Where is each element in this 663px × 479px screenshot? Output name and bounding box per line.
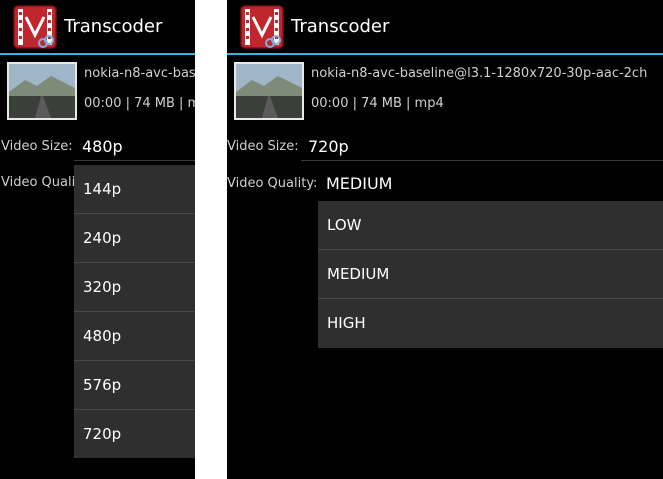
video-thumbnail <box>234 62 304 120</box>
video-quality-label: Video Quality: <box>227 176 318 191</box>
action-bar-divider <box>227 53 663 55</box>
video-item[interactable]: nokia-n8-avc-baseline@l3.1-1280x720-30p-… <box>227 56 663 126</box>
option-high[interactable]: HIGH <box>318 299 663 348</box>
option-label: 720p <box>83 425 122 443</box>
video-size-select[interactable]: 480p <box>82 137 123 156</box>
app-title: Transcoder <box>291 16 390 37</box>
video-size-select[interactable]: 720p <box>308 137 349 156</box>
option-240p[interactable]: 240p <box>74 214 195 263</box>
video-size-dropdown: 144p 240p 320p 480p 576p 720p <box>74 165 195 458</box>
option-576p[interactable]: 576p <box>74 361 195 410</box>
transcoder-app-icon <box>240 5 284 49</box>
option-144p[interactable]: 144p <box>74 165 195 214</box>
screen-video-quality-dropdown: Transcoder nokia-n8-avc-baseline@l3.1-12… <box>227 0 663 479</box>
action-bar: Transcoder <box>227 0 663 55</box>
transcoder-app-icon <box>13 5 57 49</box>
option-medium[interactable]: MEDIUM <box>318 250 663 299</box>
option-label: MEDIUM <box>327 265 390 283</box>
video-size-underline <box>301 160 663 161</box>
option-label: 320p <box>83 278 122 296</box>
video-size-label: Video Size: <box>1 139 73 154</box>
option-low[interactable]: LOW <box>318 201 663 250</box>
video-quality-dropdown: LOW MEDIUM HIGH <box>318 201 663 348</box>
option-label: 144p <box>83 180 122 198</box>
video-quality-select[interactable]: MEDIUM <box>326 174 392 193</box>
video-size-label: Video Size: <box>227 139 299 154</box>
video-size-underline <box>74 160 195 161</box>
video-filename: nokia-n8-avc-baseline@l3.1-1280x720-30p-… <box>311 66 648 81</box>
video-meta: 00:00 | 74 MB | mp4 <box>84 96 195 111</box>
video-meta: 00:00 | 74 MB | mp4 <box>311 96 444 111</box>
option-320p[interactable]: 320p <box>74 263 195 312</box>
option-label: HIGH <box>327 314 366 332</box>
app-title: Transcoder <box>64 16 163 37</box>
option-label: 576p <box>83 376 122 394</box>
action-bar: Transcoder <box>0 0 195 55</box>
option-480p[interactable]: 480p <box>74 312 195 361</box>
screen-video-size-dropdown: Transcoder nokia-n8-avc-baseline@l3.1-12… <box>0 0 195 479</box>
option-label: LOW <box>327 216 362 234</box>
action-bar-divider <box>0 53 195 55</box>
video-item[interactable]: nokia-n8-avc-baseline@l3.1-1280x720-30p-… <box>0 56 195 126</box>
video-filename: nokia-n8-avc-baseline@l3.1-1280x720-30p-… <box>84 66 195 81</box>
option-720p[interactable]: 720p <box>74 410 195 459</box>
option-label: 240p <box>83 229 122 247</box>
option-label: 480p <box>83 327 122 345</box>
video-thumbnail <box>7 62 77 120</box>
